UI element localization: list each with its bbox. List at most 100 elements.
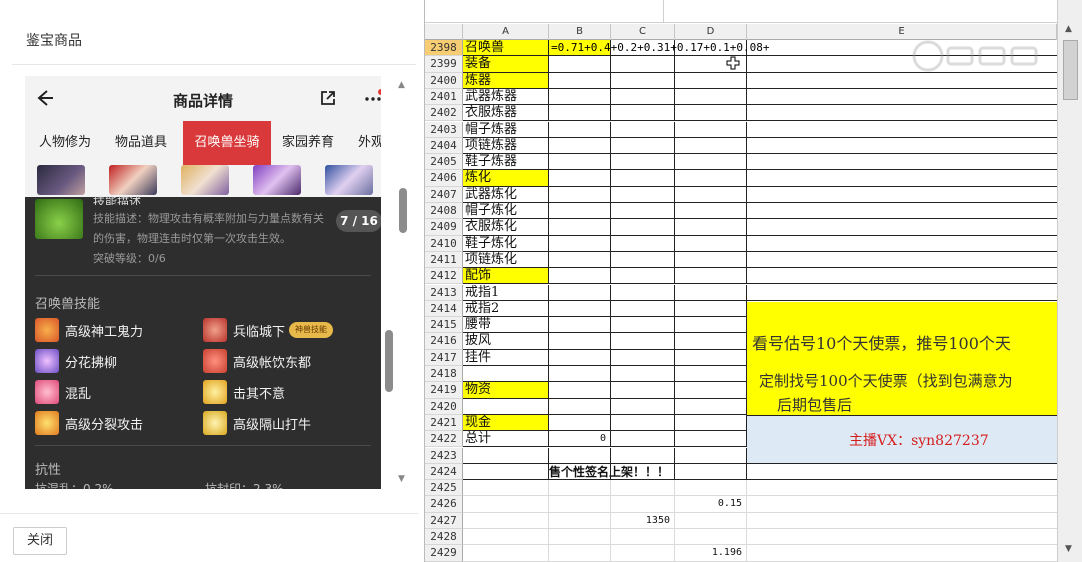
cell-d[interactable] — [675, 219, 747, 236]
cell-a[interactable] — [463, 447, 549, 464]
cell-d[interactable] — [675, 366, 747, 383]
cell-b[interactable] — [549, 414, 611, 432]
row-number[interactable]: 2413 — [425, 284, 463, 301]
cell-a[interactable] — [463, 512, 549, 529]
column-header[interactable]: A — [463, 24, 549, 40]
scroll-down-arrow-icon[interactable]: ▼ — [1065, 544, 1072, 554]
cell-a[interactable]: 项链炼化 — [463, 251, 549, 269]
cell-e[interactable] — [747, 154, 1057, 171]
cell-a[interactable]: 武器炼化 — [463, 186, 549, 203]
corner-select-all[interactable] — [425, 24, 463, 40]
row-number[interactable]: 2425 — [425, 480, 463, 497]
row-number[interactable]: 2416 — [425, 333, 463, 350]
scroll-up-arrow-icon[interactable]: ▲ — [398, 80, 405, 90]
cell-a[interactable] — [463, 529, 549, 546]
cell-b[interactable]: 0 — [549, 431, 611, 448]
cell-c[interactable] — [611, 56, 675, 73]
cell-c[interactable] — [611, 235, 675, 252]
cell-c[interactable] — [611, 72, 675, 89]
cell-a[interactable]: 衣服炼化 — [463, 219, 549, 236]
column-header[interactable]: C — [611, 24, 675, 40]
cell-b[interactable] — [549, 268, 611, 285]
row-number[interactable]: 2411 — [425, 251, 463, 269]
cell-d[interactable] — [675, 268, 747, 285]
pet-avatar[interactable] — [37, 165, 85, 195]
tab-items[interactable]: 物品道具 — [115, 121, 167, 165]
cell-d[interactable]: 1.196 — [675, 545, 747, 562]
tab-home[interactable]: 家园养育 — [282, 121, 334, 165]
cell-e[interactable] — [747, 285, 1057, 301]
row-number[interactable]: 2406 — [425, 170, 463, 187]
cell-b[interactable] — [549, 186, 611, 203]
cell-d[interactable] — [675, 431, 747, 448]
cell-e[interactable] — [747, 464, 1057, 481]
cell-b[interactable] — [549, 56, 611, 73]
row-number[interactable]: 2408 — [425, 203, 463, 220]
cell-d[interactable] — [675, 105, 747, 122]
cell-e[interactable] — [747, 236, 1057, 252]
outer-scrollbar-thumb[interactable] — [399, 188, 407, 233]
cell-a[interactable]: 鞋子炼化 — [463, 235, 549, 252]
formula-bar[interactable] — [425, 0, 1082, 23]
skill-item[interactable]: 高级神工鬼力 — [35, 318, 143, 342]
skill-item[interactable]: 兵临城下 神兽技能 — [203, 318, 334, 342]
column-header[interactable]: D — [675, 24, 747, 40]
cell-d[interactable] — [675, 154, 747, 171]
row-number[interactable]: 2424 — [425, 463, 463, 481]
cell-b[interactable] — [549, 333, 611, 350]
cell-b[interactable] — [549, 447, 611, 464]
cell-b[interactable] — [549, 317, 611, 334]
cell-c[interactable] — [611, 219, 675, 236]
cell-e[interactable] — [747, 122, 1057, 138]
row-number[interactable]: 2420 — [425, 398, 463, 415]
row-number[interactable]: 2409 — [425, 219, 463, 236]
cell-c[interactable] — [611, 251, 675, 269]
cell-d[interactable] — [675, 480, 747, 497]
row-number[interactable]: 2419 — [425, 382, 463, 399]
cell-d[interactable] — [675, 398, 747, 415]
cell-d[interactable] — [675, 251, 747, 269]
cell-d[interactable] — [675, 382, 747, 399]
cell-d[interactable] — [675, 317, 747, 334]
cell-e[interactable] — [747, 89, 1057, 106]
cell-a[interactable] — [463, 463, 549, 481]
row-number[interactable]: 2422 — [425, 431, 463, 448]
row-number[interactable]: 2407 — [425, 186, 463, 203]
cell-c[interactable] — [611, 382, 675, 399]
row-number[interactable]: 2401 — [425, 88, 463, 106]
cell-formula-text[interactable]: =0.71+0.4+0.2+0.31+0.17+0.1+0.08+ — [551, 41, 770, 54]
skill-item[interactable]: 分花拂柳 — [35, 349, 117, 373]
cell-a[interactable] — [463, 366, 549, 383]
cell-b[interactable] — [549, 235, 611, 252]
cell-b[interactable] — [549, 349, 611, 366]
cell-c[interactable] — [611, 105, 675, 122]
cell-a[interactable]: 武器炼器 — [463, 88, 549, 106]
row-number[interactable]: 2415 — [425, 317, 463, 334]
cell-d[interactable] — [675, 447, 747, 464]
cell-c[interactable] — [611, 366, 675, 383]
pet-avatar[interactable] — [253, 165, 301, 195]
row-number[interactable]: 2427 — [425, 512, 463, 529]
cell-b[interactable] — [549, 121, 611, 138]
cell-e[interactable] — [747, 496, 1057, 513]
cell-b[interactable] — [549, 512, 611, 529]
cell-a[interactable]: 配饰 — [463, 268, 549, 285]
cell-c[interactable] — [611, 529, 675, 546]
cell-c[interactable] — [611, 496, 675, 513]
cell-d[interactable] — [675, 414, 747, 432]
cell-d[interactable] — [675, 88, 747, 106]
row-number[interactable]: 2405 — [425, 154, 463, 171]
cell-d[interactable] — [675, 284, 747, 301]
cell-e[interactable] — [747, 529, 1057, 546]
row-number[interactable]: 2398 — [425, 40, 463, 57]
cell-e[interactable] — [747, 105, 1057, 122]
cell-b[interactable] — [549, 366, 611, 383]
cell-a[interactable]: 召唤兽 — [463, 40, 549, 57]
tab-character[interactable]: 人物修为 — [39, 121, 91, 165]
cell-c[interactable] — [611, 268, 675, 285]
row-number[interactable]: 2418 — [425, 366, 463, 383]
cell-c[interactable] — [611, 545, 675, 562]
more-icon[interactable] — [363, 88, 381, 108]
cell-a[interactable]: 戒指1 — [463, 284, 549, 301]
cell-e[interactable] — [747, 187, 1057, 203]
